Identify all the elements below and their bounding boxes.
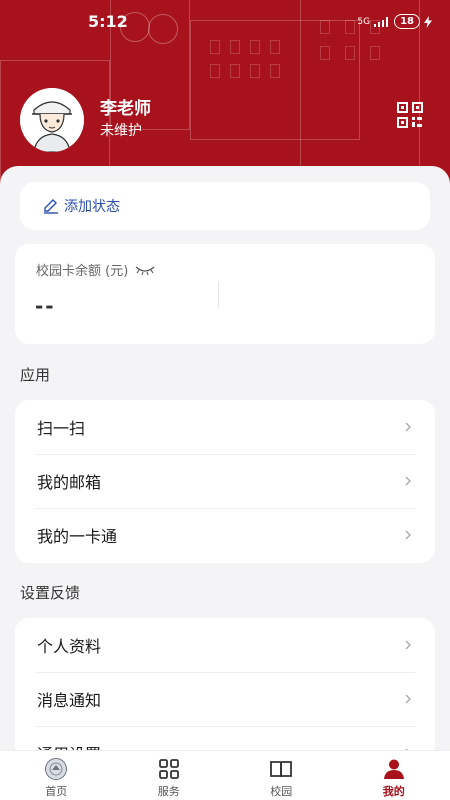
status-time: 5:12 bbox=[88, 12, 128, 31]
balance-value: -- bbox=[35, 294, 56, 318]
charging-icon bbox=[424, 15, 432, 28]
status-bar: 5:12 5G 18 bbox=[0, 0, 450, 44]
chevron-right-icon bbox=[405, 694, 411, 704]
tab-label: 服务 bbox=[157, 785, 180, 798]
list-item-notifications[interactable]: 消息通知 bbox=[15, 672, 435, 726]
balance-card[interactable] bbox=[15, 244, 435, 344]
list-item-mailbox[interactable]: 我的邮箱 bbox=[15, 454, 435, 508]
tab-label: 我的 bbox=[382, 785, 405, 798]
chevron-right-icon bbox=[405, 640, 411, 650]
person-icon bbox=[383, 759, 404, 779]
user-status: 未维护 bbox=[100, 123, 142, 139]
tab-home[interactable]: 首页 bbox=[0, 751, 113, 800]
tab-campus[interactable]: 校园 bbox=[225, 751, 338, 800]
balance-label-row: 校园卡余额 (元) bbox=[36, 260, 156, 279]
campus-logo-icon bbox=[45, 758, 68, 780]
tab-mine[interactable]: 我的 bbox=[338, 751, 450, 800]
list-item-scan[interactable]: 扫一扫 bbox=[15, 400, 435, 454]
list-item-profile[interactable]: 个人资料 bbox=[15, 618, 435, 672]
network-label: 5G bbox=[357, 16, 371, 27]
list-item-label: 我的邮箱 bbox=[37, 473, 102, 492]
status-indicators: 5G 18 bbox=[357, 14, 432, 29]
list-item-label: 扫一扫 bbox=[37, 419, 86, 438]
list-item-label: 消息通知 bbox=[37, 691, 102, 710]
chevron-right-icon bbox=[405, 422, 411, 432]
list-item-label: 个人资料 bbox=[37, 637, 102, 656]
balance-label: 校园卡余额 (元) bbox=[36, 264, 129, 279]
avatar[interactable] bbox=[20, 88, 84, 152]
section-title-settings: 设置反馈 bbox=[20, 584, 81, 602]
add-status-label: 添加状态 bbox=[64, 199, 120, 215]
eye-closed-icon[interactable] bbox=[134, 264, 156, 276]
chevron-right-icon bbox=[405, 530, 411, 540]
qr-code-icon[interactable] bbox=[396, 101, 424, 129]
settings-list: 个人资料 消息通知 通用设置 bbox=[15, 618, 435, 758]
tab-services[interactable]: 服务 bbox=[113, 751, 226, 800]
grid-icon bbox=[158, 759, 179, 779]
balance-divider bbox=[218, 282, 219, 308]
section-title-apps: 应用 bbox=[20, 366, 51, 384]
list-item-campus-card[interactable]: 我的一卡通 bbox=[15, 508, 435, 562]
tab-bar: 首页 服务 校园 我的 bbox=[0, 750, 450, 800]
battery-icon: 18 bbox=[394, 14, 420, 29]
list-item-label: 我的一卡通 bbox=[37, 527, 118, 546]
tab-label: 校园 bbox=[270, 785, 293, 798]
book-icon bbox=[270, 761, 293, 778]
add-status-button[interactable]: 添加状态 bbox=[20, 182, 430, 230]
user-name: 李老师 bbox=[100, 99, 151, 119]
apps-list: 扫一扫 我的邮箱 我的一卡通 bbox=[15, 400, 435, 563]
edit-icon bbox=[44, 199, 58, 214]
teacher-avatar-icon bbox=[20, 88, 84, 152]
tab-label: 首页 bbox=[45, 785, 68, 798]
chevron-right-icon bbox=[405, 476, 411, 486]
signal-icon bbox=[374, 16, 389, 27]
